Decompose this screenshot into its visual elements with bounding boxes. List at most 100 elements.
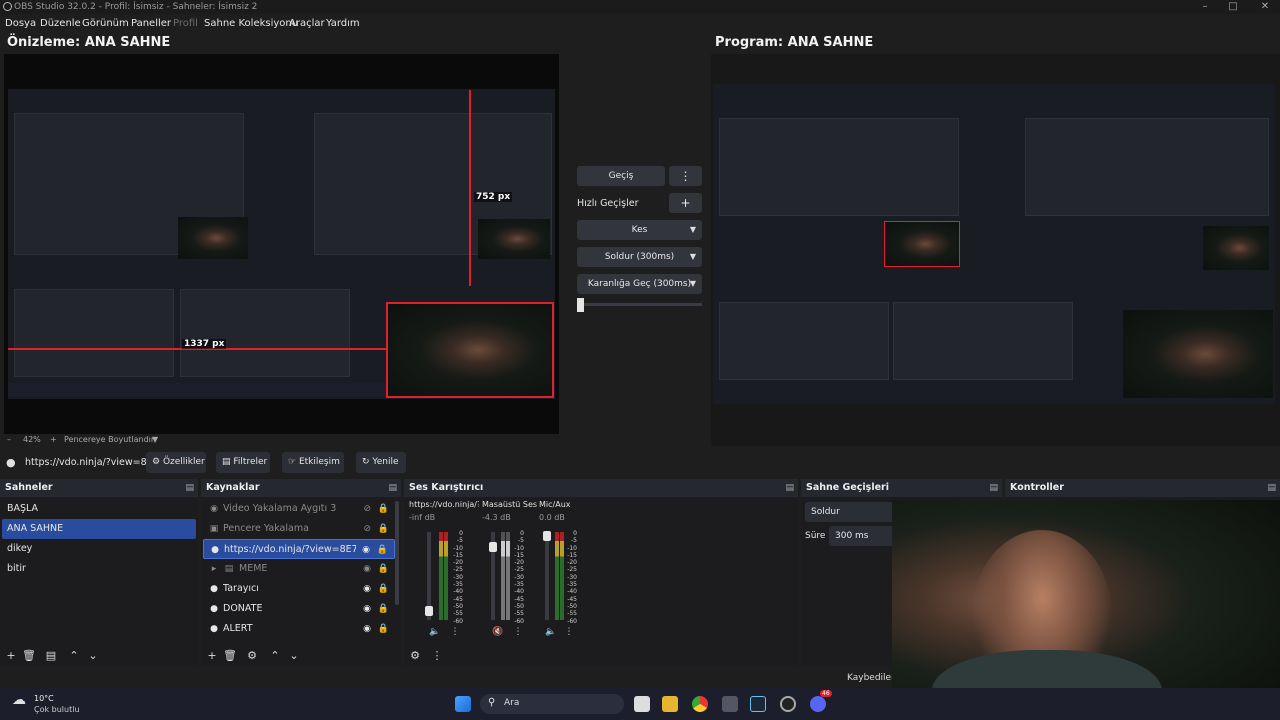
filters-button[interactable]: ▤ Filtreler: [216, 452, 270, 473]
volume-slider[interactable]: [545, 532, 549, 620]
chevron-down-icon[interactable]: ▼: [152, 435, 158, 444]
lock-icon[interactable]: 🔒: [378, 599, 389, 619]
move-up-icon[interactable]: ⌃: [268, 647, 282, 665]
globe-icon: ●: [210, 624, 218, 634]
zoom-in-icon[interactable]: +: [50, 435, 57, 444]
volume-knob[interactable]: [425, 606, 433, 616]
file-explorer-icon[interactable]: [662, 696, 678, 712]
nested-large-webcam: [1123, 310, 1273, 398]
scene-item[interactable]: bitir: [2, 559, 196, 579]
undock-icon[interactable]: ▤: [388, 479, 397, 497]
move-down-icon[interactable]: ⌄: [86, 647, 100, 665]
add-quick-transition-icon[interactable]: +: [669, 193, 702, 213]
sources-scrollbar[interactable]: [395, 501, 399, 605]
channel-menu-icon[interactable]: ⋮: [512, 626, 524, 638]
eye-hidden-icon[interactable]: ⊘: [363, 499, 371, 519]
obs-icon[interactable]: [780, 696, 796, 712]
minimize-icon[interactable]: –: [1190, 0, 1220, 14]
transition-button[interactable]: Geçiş: [577, 166, 665, 186]
source-group-item[interactable]: ▸ ▤ MEME ◉ 🔒: [203, 559, 395, 579]
undock-icon[interactable]: ▤: [185, 479, 194, 497]
undock-icon[interactable]: ▤: [989, 479, 998, 497]
source-properties-icon[interactable]: ⚙: [245, 647, 259, 665]
move-down-icon[interactable]: ⌄: [287, 647, 301, 665]
discord-icon[interactable]: [810, 696, 826, 712]
quick-transition-fade[interactable]: Soldur (300ms) ▼: [577, 247, 702, 267]
chrome-icon[interactable]: [692, 696, 708, 712]
quick-transition-fade-to-black[interactable]: Karanlığa Geç (300ms) ▼: [577, 274, 702, 294]
eye-icon[interactable]: ◉: [362, 540, 370, 560]
menu-profil[interactable]: Profil: [173, 18, 198, 29]
scene-item[interactable]: dikey: [2, 539, 196, 559]
globe-icon: ●: [6, 456, 16, 469]
weather-icon[interactable]: ☁: [12, 692, 26, 708]
properties-button[interactable]: ⚙ Özellikler: [146, 452, 206, 473]
add-source-icon[interactable]: +: [205, 647, 219, 665]
eye-icon[interactable]: ◉: [363, 599, 371, 619]
refresh-button[interactable]: ↻ Yenile: [356, 452, 406, 473]
source-item[interactable]: ◉ Video Yakalama Aygıtı 3 ⊘ 🔒: [203, 499, 395, 519]
quick-transition-cut[interactable]: Kes ▼: [577, 220, 702, 240]
lock-icon[interactable]: 🔒: [378, 579, 389, 599]
lock-icon[interactable]: 🔒: [378, 619, 389, 639]
lock-icon[interactable]: 🔒: [378, 559, 389, 579]
taskbar-search[interactable]: ⚲ Ara: [480, 694, 624, 714]
mixer-menu-icon[interactable]: ⋮: [430, 647, 444, 665]
source-item[interactable]: ▣ Pencere Yakalama ⊘ 🔒: [203, 519, 395, 539]
source-item-selected[interactable]: ● https://vdo.ninja/?view=8E7GrB4 ◉ 🔒: [203, 539, 395, 559]
maximize-icon[interactable]: □: [1218, 0, 1248, 14]
remove-source-icon[interactable]: 🗑: [223, 647, 237, 665]
channel-menu-icon[interactable]: ⋮: [449, 626, 461, 638]
eye-icon[interactable]: ◉: [363, 619, 371, 639]
windows-start-icon[interactable]: [455, 696, 471, 712]
scene-filters-icon[interactable]: ▤: [44, 647, 58, 665]
source-item[interactable]: ● DONATE ◉ 🔒: [203, 599, 395, 619]
transition-more-icon[interactable]: ⋮: [669, 166, 702, 186]
volume-knob[interactable]: [543, 531, 551, 541]
lock-icon[interactable]: 🔒: [377, 540, 388, 560]
source-item[interactable]: ● Tarayıcı ◉ 🔒: [203, 579, 395, 599]
eye-icon[interactable]: ◉: [363, 559, 371, 579]
scale-tick: -35: [453, 581, 463, 589]
menu-dosya[interactable]: Dosya: [5, 18, 36, 29]
menu-duzenle[interactable]: Düzenle: [40, 18, 81, 29]
undock-icon[interactable]: ▤: [1267, 479, 1276, 497]
speaker-icon[interactable]: 🔈: [429, 626, 441, 638]
volume-knob[interactable]: [489, 542, 497, 552]
menu-yardim[interactable]: Yardım: [326, 18, 360, 29]
menu-paneller[interactable]: Paneller: [131, 18, 171, 29]
advanced-audio-icon[interactable]: ⚙: [408, 647, 422, 665]
undock-icon[interactable]: ▤: [785, 479, 794, 497]
lock-icon[interactable]: 🔒: [378, 499, 389, 519]
zoom-mode[interactable]: Pencereye Boyutlandır: [64, 435, 154, 444]
speaker-muted-icon[interactable]: 🔇: [492, 626, 504, 638]
menu-araclar[interactable]: Araçlar: [289, 18, 325, 29]
scene-item[interactable]: BAŞLA: [2, 499, 196, 519]
eye-icon[interactable]: ◉: [363, 579, 371, 599]
add-scene-icon[interactable]: +: [4, 647, 18, 665]
channel-menu-icon[interactable]: ⋮: [563, 626, 575, 638]
app-icon[interactable]: [722, 696, 738, 712]
channel-name: Mic/Aux: [539, 500, 571, 509]
move-up-icon[interactable]: ⌃: [67, 647, 81, 665]
lock-icon[interactable]: 🔒: [378, 519, 389, 539]
menu-sahne-koleksiyonu[interactable]: Sahne Koleksiyonu: [204, 18, 298, 29]
weather-temp: 10°C: [34, 694, 54, 703]
remove-scene-icon[interactable]: 🗑: [22, 647, 36, 665]
menu-gorunum[interactable]: Görünüm: [82, 18, 129, 29]
source-item[interactable]: ● ALERT ◉ 🔒: [203, 619, 395, 639]
task-view-icon[interactable]: [634, 696, 650, 712]
chevron-right-icon[interactable]: ▸: [208, 559, 220, 579]
tbar-handle[interactable]: [577, 298, 584, 312]
close-icon[interactable]: ✕: [1250, 0, 1280, 14]
zoom-out-icon[interactable]: –: [7, 435, 11, 444]
interact-button[interactable]: ☞ Etkileşim: [282, 452, 344, 473]
preview-canvas[interactable]: 752 px 1337 px: [4, 54, 559, 434]
scale-tick: -5: [571, 537, 577, 545]
speaker-icon[interactable]: 🔈: [545, 626, 557, 638]
tbar-track[interactable]: [577, 303, 702, 306]
scene-item-selected[interactable]: ANA SAHNE: [2, 519, 196, 539]
eye-hidden-icon[interactable]: ⊘: [363, 519, 371, 539]
steam-icon[interactable]: [750, 696, 766, 712]
selected-source-bounds[interactable]: [386, 302, 554, 398]
